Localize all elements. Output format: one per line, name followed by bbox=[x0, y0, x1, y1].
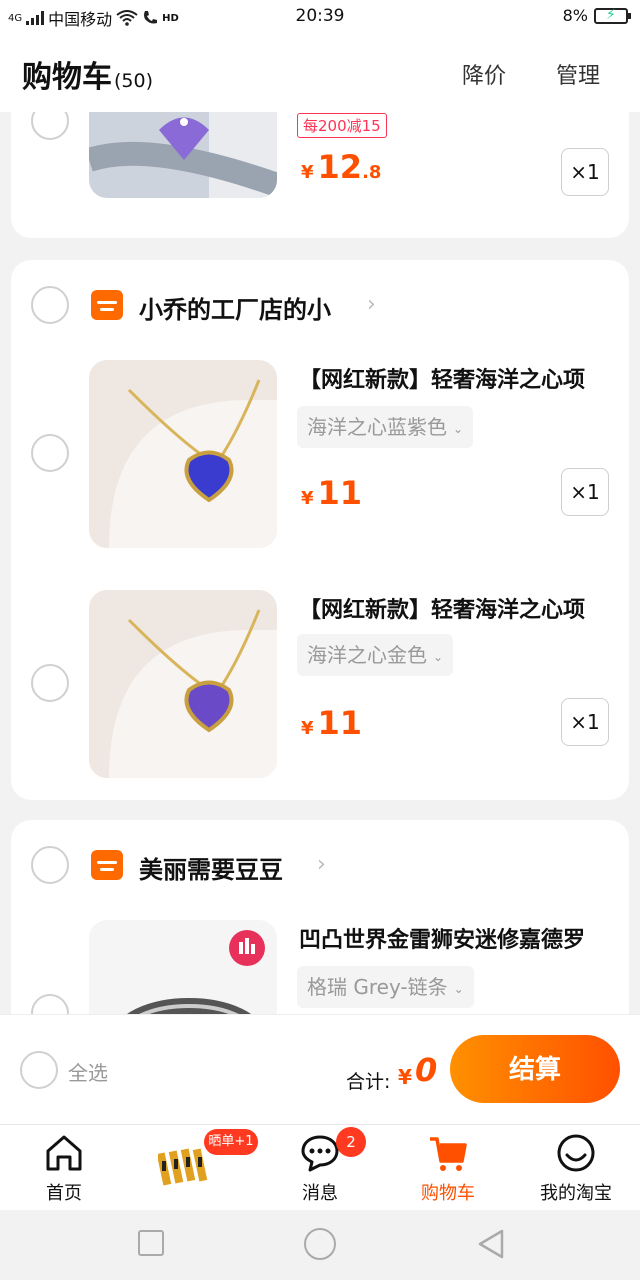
promo-tag: 每200减15 bbox=[297, 113, 387, 138]
checkout-bar: 全选 合计: ¥ 0 结算 bbox=[0, 1014, 640, 1124]
status-bar: 4G 中国移动 HD 20:39 8% ⚡ bbox=[0, 0, 640, 34]
necklace-image bbox=[89, 590, 277, 778]
ring-image bbox=[89, 920, 277, 1014]
chevron-down-icon: ⌄ bbox=[433, 649, 444, 664]
clock: 20:39 bbox=[295, 6, 345, 26]
tab-messages[interactable]: 2 消息 bbox=[256, 1125, 384, 1211]
product-title[interactable]: 【网红新款】轻奢海洋之心项 bbox=[299, 362, 619, 394]
variant-selector[interactable]: 格瑞 Grey-链条 ⌄ bbox=[297, 966, 474, 1008]
product-thumbnail[interactable] bbox=[89, 590, 277, 778]
price-integer: 11 bbox=[317, 704, 363, 742]
status-right: 8% ⚡ bbox=[562, 6, 631, 25]
tab-home[interactable]: 首页 bbox=[0, 1125, 128, 1211]
chevron-down-icon: ⌄ bbox=[453, 981, 464, 996]
checkout-button[interactable]: 结算 bbox=[450, 1035, 620, 1103]
shop-name[interactable]: 小乔的工厂店的小 bbox=[139, 290, 331, 325]
cart-list[interactable]: 每200减15 ¥12.8 ×1 小乔的工厂店的小 › 【网红新款】轻奢海洋之心… bbox=[0, 112, 640, 1014]
bracelet-image bbox=[89, 112, 277, 198]
shop-select-radio[interactable] bbox=[31, 286, 69, 324]
variant-label: 格瑞 Grey-链条 bbox=[307, 975, 448, 999]
cart-icon bbox=[430, 1137, 467, 1171]
total-label: 合计: bbox=[346, 1071, 391, 1093]
currency-symbol: ¥ bbox=[301, 162, 314, 183]
total-amount: 0 bbox=[415, 1051, 438, 1089]
necklace-image bbox=[89, 360, 277, 548]
tab-label: 首页 bbox=[46, 1183, 82, 1204]
product-thumbnail[interactable] bbox=[89, 112, 277, 198]
variant-label: 海洋之心金色 bbox=[307, 643, 427, 667]
shop-header[interactable]: 小乔的工厂店的小 › bbox=[31, 286, 611, 326]
product-title[interactable]: 凹凸世界金雷狮安迷修嘉德罗 bbox=[299, 922, 619, 954]
price-integer: 11 bbox=[317, 474, 363, 512]
shop-icon bbox=[91, 290, 123, 320]
cart-header: 购物车 (50) 降价 管理 bbox=[0, 34, 640, 112]
tab-profile[interactable]: 我的淘宝 bbox=[512, 1125, 640, 1211]
quantity-selector[interactable]: ×1 bbox=[561, 698, 609, 746]
battery-icon: ⚡ bbox=[594, 7, 631, 24]
tab-label: 购物车 bbox=[421, 1183, 475, 1204]
item-select-radio[interactable] bbox=[31, 994, 69, 1014]
variant-label: 海洋之心蓝紫色 bbox=[307, 415, 447, 439]
variant-selector[interactable]: 海洋之心蓝紫色 ⌄ bbox=[297, 406, 474, 448]
battery-percent: 8% bbox=[562, 6, 588, 25]
shop-header[interactable]: 美丽需要豆豆 › bbox=[31, 846, 611, 886]
page-title-text: 购物车 bbox=[22, 60, 112, 95]
bottom-tab-bar: 首页 晒单+1 2 消息 购物车 我的淘宝 bbox=[0, 1124, 640, 1210]
item-price: ¥12.8 bbox=[301, 148, 381, 186]
home-button[interactable] bbox=[304, 1228, 336, 1260]
product-thumbnail[interactable] bbox=[89, 360, 277, 548]
quantity-selector[interactable]: ×1 bbox=[561, 148, 609, 196]
back-button[interactable] bbox=[476, 1228, 506, 1260]
price-decimal: .8 bbox=[362, 162, 382, 183]
promo-badge: 晒单+1 bbox=[204, 1129, 258, 1155]
chevron-right-icon: › bbox=[367, 292, 376, 317]
shop-card: 小乔的工厂店的小 › 【网红新款】轻奢海洋之心项 海洋之心蓝紫色 ⌄ ¥11 ×1 bbox=[11, 260, 629, 800]
currency-symbol: ¥ bbox=[301, 718, 314, 739]
message-icon bbox=[301, 1135, 339, 1172]
tab-promo[interactable]: 晒单+1 bbox=[128, 1125, 258, 1211]
cart-count: (50) bbox=[114, 70, 154, 92]
tab-label: 消息 bbox=[302, 1183, 338, 1204]
shop-select-radio[interactable] bbox=[31, 846, 69, 884]
tab-cart[interactable]: 购物车 bbox=[384, 1125, 512, 1211]
message-badge: 2 bbox=[336, 1127, 366, 1157]
system-nav-bar bbox=[0, 1210, 640, 1280]
chevron-down-icon: ⌄ bbox=[453, 421, 464, 436]
profile-icon bbox=[557, 1134, 595, 1172]
item-select-radio[interactable] bbox=[31, 664, 69, 702]
item-price: ¥11 bbox=[301, 474, 362, 512]
page-title: 购物车 (50) bbox=[22, 52, 153, 96]
quantity-selector[interactable]: ×1 bbox=[561, 468, 609, 516]
item-select-radio[interactable] bbox=[31, 434, 69, 472]
home-icon bbox=[46, 1135, 82, 1171]
select-all-radio[interactable] bbox=[20, 1051, 58, 1089]
item-price: ¥11 bbox=[301, 704, 362, 742]
recents-button[interactable] bbox=[138, 1230, 164, 1256]
product-thumbnail[interactable] bbox=[89, 920, 277, 1014]
price-drop-button[interactable]: 降价 bbox=[462, 58, 506, 90]
item-select-radio[interactable] bbox=[31, 112, 69, 140]
select-all-label[interactable]: 全选 bbox=[68, 1057, 108, 1086]
chevron-right-icon: › bbox=[317, 852, 326, 877]
shop-icon bbox=[91, 850, 123, 880]
manage-button[interactable]: 管理 bbox=[556, 58, 600, 90]
tab-label: 我的淘宝 bbox=[540, 1183, 612, 1204]
shop-name[interactable]: 美丽需要豆豆 bbox=[139, 850, 283, 885]
shop-card: 美丽需要豆豆 › 凹凸世界金雷狮安迷修嘉德罗 格瑞 Grey-链条 ⌄ bbox=[11, 820, 629, 1014]
total-currency: ¥ bbox=[398, 1065, 412, 1089]
currency-symbol: ¥ bbox=[301, 488, 314, 509]
price-integer: 12 bbox=[317, 148, 363, 186]
cart-item-card: 每200减15 ¥12.8 ×1 bbox=[11, 112, 629, 238]
variant-selector[interactable]: 海洋之心金色 ⌄ bbox=[297, 634, 454, 676]
product-title[interactable]: 【网红新款】轻奢海洋之心项 bbox=[299, 592, 619, 624]
